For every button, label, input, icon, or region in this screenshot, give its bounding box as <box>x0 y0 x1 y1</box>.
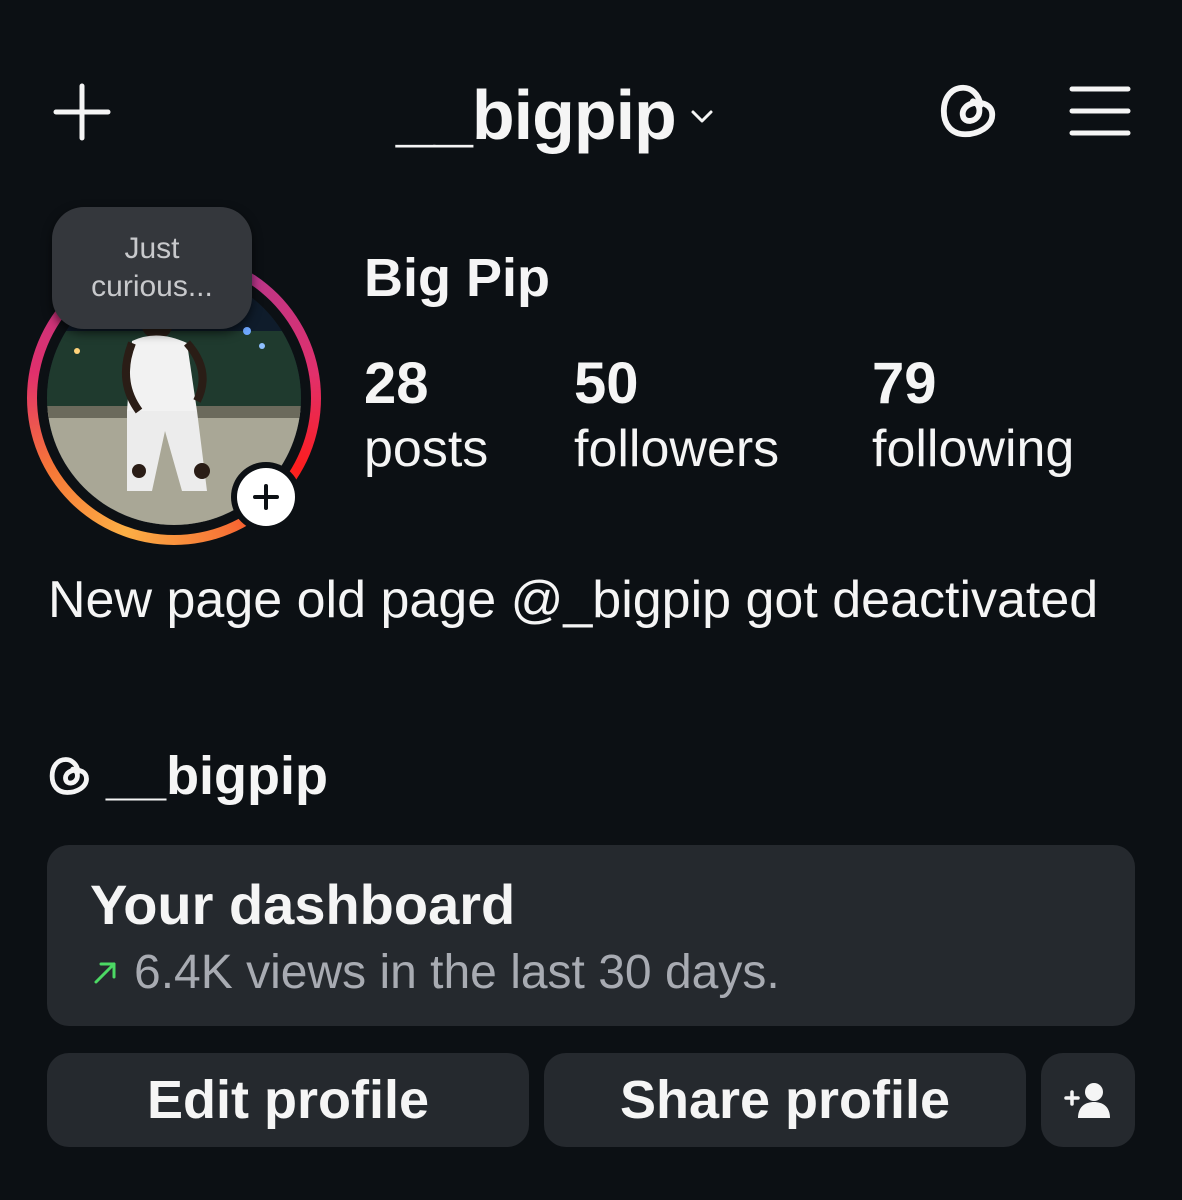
display-name: Big Pip <box>364 248 550 308</box>
menu-icon[interactable] <box>1068 84 1132 138</box>
following-stat[interactable]: 79 following <box>872 350 1074 480</box>
followers-stat[interactable]: 50 followers <box>574 350 779 480</box>
following-label: following <box>872 420 1075 478</box>
dashboard-card[interactable]: Your dashboard 6.4K views in the last 30… <box>47 845 1135 1026</box>
dashboard-subtitle-row: 6.4K views in the last 30 days. <box>90 945 780 1001</box>
posts-label: posts <box>364 420 489 478</box>
threads-icon[interactable] <box>938 80 1000 142</box>
note-line-1: Just <box>124 232 180 265</box>
add-story-button[interactable] <box>231 462 301 532</box>
trend-up-arrow-icon <box>94 962 116 984</box>
account-switcher[interactable]: __bigpip <box>396 70 714 160</box>
followers-count: 50 <box>574 351 639 416</box>
dashboard-views-text: 6.4K views in the last 30 days. <box>134 946 780 999</box>
following-count: 79 <box>872 351 937 416</box>
plus-small-icon <box>253 484 279 510</box>
plus-icon[interactable] <box>50 80 114 144</box>
username-title: __bigpip <box>396 76 677 154</box>
share-profile-button[interactable]: Share profile <box>544 1053 1026 1147</box>
posts-count: 28 <box>364 351 429 416</box>
note-line-2: curious... <box>91 270 213 303</box>
discover-people-button[interactable] <box>1041 1053 1135 1147</box>
threads-handle: __bigpip <box>106 746 329 806</box>
threads-profile-link[interactable]: __bigpip <box>48 745 328 807</box>
posts-stat[interactable]: 28 posts <box>364 350 488 480</box>
bio-text: New page old page @_bigpip got deactivat… <box>48 571 1099 629</box>
followers-label: followers <box>574 420 780 478</box>
add-story-badge <box>237 468 295 526</box>
add-user-icon <box>1064 1083 1110 1118</box>
note-bubble[interactable]: Just curious... <box>52 207 252 329</box>
chevron-down-icon <box>691 110 713 123</box>
threads-small-icon <box>49 757 89 795</box>
dashboard-title: Your dashboard <box>90 873 516 936</box>
edit-profile-button[interactable]: Edit profile <box>47 1053 529 1147</box>
